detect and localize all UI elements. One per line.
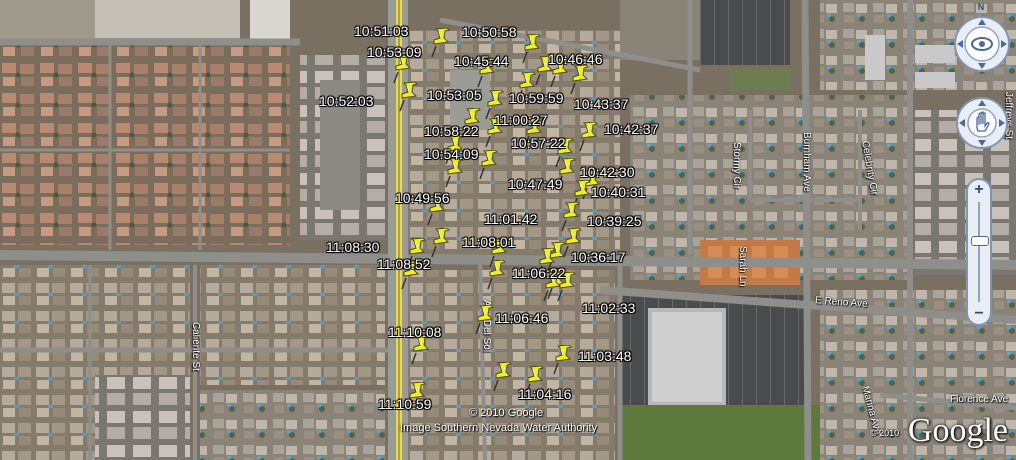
- pushpin-icon[interactable]: [578, 122, 600, 152]
- street-label-caliente: Caliente St: [190, 322, 201, 371]
- timestamp-label: 10:46:46: [548, 51, 603, 67]
- pushpin-icon[interactable]: [430, 228, 452, 258]
- timestamp-label: 11:10:59: [378, 396, 432, 412]
- timestamp-label: 11:08:30: [326, 239, 380, 255]
- pushpin-icon[interactable]: [474, 305, 496, 335]
- timestamp-label: 11:04:16: [518, 386, 572, 402]
- timestamp-label: 10:50:58: [462, 24, 517, 40]
- timestamp-label: 10:36:17: [571, 249, 626, 265]
- pushpin-icon[interactable]: [444, 158, 466, 188]
- timestamp-label: 11:06:46: [495, 310, 549, 326]
- timestamp-label: 10:53:09: [367, 44, 422, 60]
- street-label-stormy: Stormy Cir: [731, 142, 742, 190]
- pushpin-icon[interactable]: [398, 82, 420, 112]
- pushpin-icon[interactable]: [486, 260, 508, 290]
- timestamp-label: 11:08:01: [462, 234, 516, 250]
- timestamp-label: 11:01:42: [484, 211, 538, 227]
- timestamp-label: 11:08:52: [377, 256, 431, 272]
- timestamp-label: 11:00:27: [494, 112, 548, 128]
- look-control[interactable]: [952, 14, 1012, 74]
- timestamp-label: 10:47:49: [508, 176, 563, 192]
- timestamp-label: 10:59:59: [509, 90, 564, 106]
- pushpin-icon[interactable]: [478, 150, 500, 180]
- timestamp-label: 10:52:03: [319, 93, 374, 109]
- timestamp-label: 11:10:08: [388, 324, 442, 340]
- timestamp-label: 11:02:33: [582, 300, 636, 316]
- zoom-slider[interactable]: + −: [966, 178, 992, 326]
- satellite-map[interactable]: Stormy Cir Burnham Ave Celebrity Cir Jef…: [0, 0, 1016, 460]
- timestamp-label: 10:49:56: [395, 190, 450, 206]
- timestamp-label: 10:53:05: [427, 87, 482, 103]
- pushpin-icon[interactable]: [430, 28, 452, 58]
- zoom-in-button[interactable]: +: [968, 182, 990, 198]
- timestamp-label: 10:45:44: [454, 53, 509, 69]
- street-label-florence: Florence Ave: [950, 394, 1009, 405]
- move-control[interactable]: [954, 95, 1010, 151]
- street-label-sarah: Sarah Ln: [737, 246, 748, 287]
- timestamp-label: 10:58:22: [424, 123, 479, 139]
- timestamp-label: 10:40:31: [591, 184, 646, 200]
- timestamp-label: 11:06:22: [512, 265, 566, 281]
- pushpin-icon[interactable]: [552, 345, 574, 375]
- timestamp-label: 10:51:03: [354, 23, 409, 39]
- zoom-track-line: [978, 202, 980, 302]
- zoom-thumb[interactable]: [971, 236, 989, 246]
- copyright-text: © 2010 Google: [469, 407, 544, 419]
- pushpin-icon[interactable]: [492, 362, 514, 392]
- timestamp-label: 11:03:48: [578, 348, 632, 364]
- imagery-credit: Image Southern Nevada Water Authority: [400, 422, 598, 434]
- timestamp-label: 10:54:09: [424, 146, 479, 162]
- timestamp-label: 10:57:22: [511, 135, 566, 151]
- north-indicator[interactable]: N: [976, 2, 986, 12]
- timestamp-label: 10:39:25: [587, 213, 642, 229]
- street-label-burnham: Burnham Ave: [801, 132, 812, 192]
- timestamp-label: 10:42:37: [604, 121, 659, 137]
- pushpin-icon[interactable]: [569, 65, 591, 95]
- google-logo: Google: [907, 412, 1008, 449]
- timestamp-label: 10:43:37: [574, 96, 629, 112]
- zoom-out-button[interactable]: −: [968, 306, 990, 322]
- timestamp-label: 10:42:30: [580, 164, 635, 180]
- small-copyright: © 2010: [870, 428, 900, 438]
